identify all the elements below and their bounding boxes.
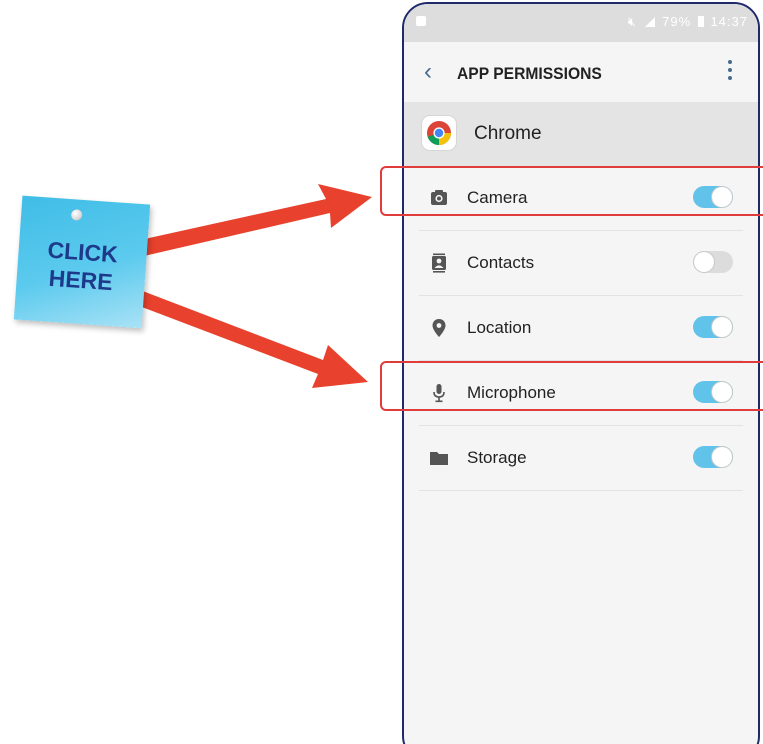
- arrow-to-microphone: [134, 290, 368, 388]
- annotation-arrows: [134, 184, 372, 388]
- tutorial-screenshot: 🔇︎ 79% 14:37 ‹ APP PERMISSIONS Chrome Ca…: [0, 0, 763, 744]
- pushpin-icon: [70, 209, 83, 221]
- click-here-sticky-note: CLICK HERE: [13, 195, 151, 329]
- sticky-note-text: CLICK HERE: [16, 234, 148, 299]
- arrow-to-camera: [140, 184, 372, 256]
